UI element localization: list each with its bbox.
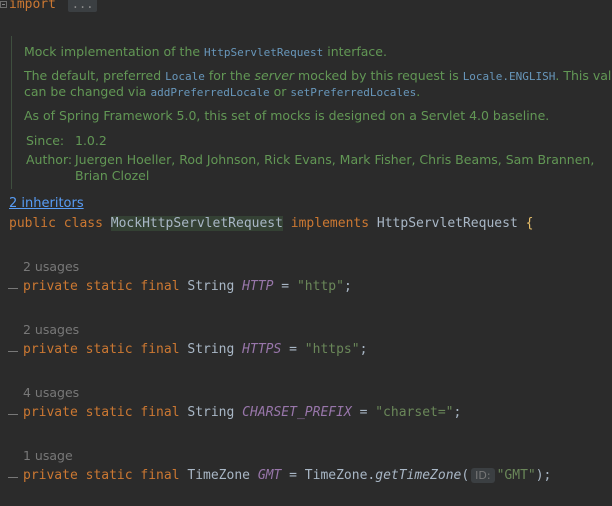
field-name[interactable]: HTTPS <box>242 342 281 357</box>
javadoc-line-1: Mock implementation of the HttpServletRe… <box>24 44 387 59</box>
since-value: 1.0.2 <box>75 133 107 148</box>
since-label: Since: <box>26 133 65 148</box>
interface-name[interactable]: HttpServletRequest <box>377 216 518 231</box>
fold-marker-icon[interactable] <box>8 288 18 289</box>
implements-keyword: implements <box>290 216 370 231</box>
field-name[interactable]: GMT <box>258 468 281 483</box>
usages-hint[interactable]: 2 usages <box>23 259 79 274</box>
author-label: Author: <box>26 152 73 167</box>
import-keyword: import <box>9 0 56 12</box>
emphasis-server: server <box>254 68 295 83</box>
parameter-hint: ID: <box>471 468 495 483</box>
javadoc-line-3: can be changed via addPreferredLocale or… <box>24 84 421 99</box>
javadoc-block: Mock implementation of the HttpServletRe… <box>11 36 612 189</box>
method-call[interactable]: getTimeZone <box>375 468 461 483</box>
collapsed-imports-button[interactable]: ... <box>67 0 98 12</box>
fold-marker-icon[interactable] <box>8 414 18 415</box>
fold-toggle-icon[interactable] <box>0 1 7 8</box>
usages-hint[interactable]: 1 usage <box>23 448 73 463</box>
usages-hint[interactable]: 4 usages <box>23 385 79 400</box>
field-declaration: private static final String HTTP = "http… <box>23 279 352 294</box>
code-link-httpservletrequest[interactable]: HttpServletRequest <box>204 46 323 59</box>
fold-marker-icon[interactable] <box>8 351 18 352</box>
code-link-setpreferredlocales[interactable]: setPreferredLocales <box>290 86 416 99</box>
author-value-line-1: Juergen Hoeller, Rod Johnson, Rick Evans… <box>75 152 595 167</box>
usages-hint[interactable]: 2 usages <box>23 322 79 337</box>
javadoc-line-2: The default, preferred Locale for the se… <box>24 68 612 83</box>
fold-marker-icon[interactable] <box>8 477 18 478</box>
field-declaration: private static final String CHARSET_PREF… <box>23 405 462 420</box>
public-keyword: public <box>9 216 56 231</box>
code-link-locale[interactable]: Locale <box>165 70 205 83</box>
class-name[interactable]: MockHttpServletRequest <box>110 216 283 231</box>
field-declaration: private static final TimeZone GMT = Time… <box>23 468 552 483</box>
javadoc-line-4: As of Spring Framework 5.0, this set of … <box>24 108 550 123</box>
code-link-locale-english[interactable]: Locale.ENGLISH <box>463 70 556 83</box>
field-name[interactable]: CHARSET_PREFIX <box>242 405 352 420</box>
field-name[interactable]: HTTP <box>242 279 273 294</box>
inheritors-link[interactable]: 2 inheritors <box>9 196 84 211</box>
import-line: import ... <box>9 0 98 12</box>
class-declaration: public class MockHttpServletRequest impl… <box>9 216 533 231</box>
open-brace: { <box>525 216 534 231</box>
class-keyword: class <box>63 216 103 231</box>
author-value-line-2: Brian Clozel <box>75 168 150 183</box>
code-link-addpreferredlocale[interactable]: addPreferredLocale <box>150 86 269 99</box>
field-declaration: private static final String HTTPS = "htt… <box>23 342 368 357</box>
